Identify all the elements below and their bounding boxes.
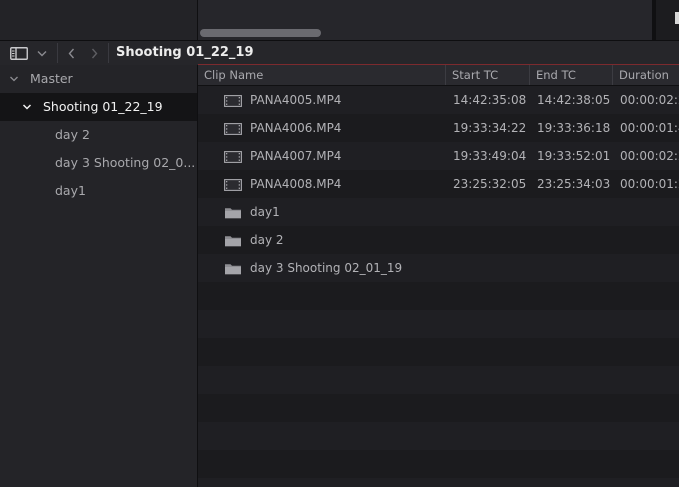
start-tc: 19:33:34:22 <box>453 121 527 135</box>
empty-row <box>198 366 679 394</box>
horizontal-scrollbar[interactable] <box>200 29 321 37</box>
sidebar-item-day1[interactable]: day1 <box>0 177 197 205</box>
end-tc: 23:25:34:03 <box>537 177 611 191</box>
sidebar-item-label: Shooting 01_22_19 <box>43 99 163 114</box>
duration: 00:00:02:2 <box>620 93 679 107</box>
duration: 00:00:01:4 <box>620 121 679 135</box>
start-tc: 19:33:49:04 <box>453 149 527 163</box>
forward-button[interactable] <box>86 44 102 62</box>
sidebar-item-label: day 3 Shooting 02_0... <box>55 155 196 170</box>
toolbar-separator <box>57 43 58 63</box>
chevron-down-icon[interactable] <box>22 102 32 112</box>
end-tc: 14:42:38:05 <box>537 93 611 107</box>
clip-name: PANA4008.MP4 <box>250 177 342 191</box>
empty-row <box>198 282 679 310</box>
table-row[interactable]: PANA4008.MP4 23:25:32:05 23:25:34:03 00:… <box>198 170 679 198</box>
empty-row <box>198 422 679 450</box>
panel-edge-mark <box>675 12 679 24</box>
column-header-clip-name[interactable]: Clip Name <box>198 65 445 85</box>
film-clip-icon <box>224 123 242 135</box>
toggle-bin-list-button[interactable] <box>8 44 30 62</box>
table-row[interactable]: day1 <box>198 198 679 226</box>
clip-name: PANA4005.MP4 <box>250 93 342 107</box>
breadcrumb: Shooting 01_22_19 <box>116 45 254 60</box>
empty-row <box>198 450 679 478</box>
clip-rows: PANA4005.MP4 14:42:35:08 14:42:38:05 00:… <box>198 86 679 487</box>
sidebar-item-day-2[interactable]: day 2 <box>0 121 197 149</box>
folder-name: day1 <box>250 205 280 219</box>
duration: 00:00:02:2 <box>620 149 679 163</box>
chevron-left-icon <box>68 48 74 58</box>
bin-list-dropdown-button[interactable] <box>34 44 50 62</box>
table-row[interactable]: PANA4005.MP4 14:42:35:08 14:42:38:05 00:… <box>198 86 679 114</box>
film-clip-icon <box>224 179 242 191</box>
table-row[interactable]: PANA4006.MP4 19:33:34:22 19:33:36:18 00:… <box>198 114 679 142</box>
chevron-right-icon <box>91 48 97 58</box>
top-left-panel <box>0 0 197 40</box>
folder-name: day 3 Shooting 02_01_19 <box>250 261 403 275</box>
media-pool-window: Shooting 01_22_19 Master Shooting 01_22_… <box>0 0 679 487</box>
media-pool-toolbar: Shooting 01_22_19 <box>0 40 679 65</box>
folder-name: day 2 <box>250 233 284 247</box>
sidebar-item-label: day 2 <box>55 127 90 142</box>
column-header-end-tc[interactable]: End TC <box>530 65 612 85</box>
folder-icon <box>225 264 241 275</box>
duration: 00:00:01:2 <box>620 177 679 191</box>
end-tc: 19:33:36:18 <box>537 121 611 135</box>
empty-row <box>198 310 679 338</box>
start-tc: 14:42:35:08 <box>453 93 527 107</box>
end-tc: 19:33:52:01 <box>537 149 611 163</box>
folder-icon <box>225 236 241 247</box>
toolbar-separator <box>108 43 109 63</box>
clip-list-view: Clip Name Start TC End TC Duration PANA4… <box>198 65 679 487</box>
top-panel <box>0 0 679 40</box>
back-button[interactable] <box>63 44 79 62</box>
chevron-down-icon[interactable] <box>9 74 19 84</box>
film-clip-icon <box>224 95 242 107</box>
table-row[interactable]: day 3 Shooting 02_01_19 <box>198 254 679 282</box>
sidebar-item-label: day1 <box>55 183 86 198</box>
chevron-down-icon <box>37 50 47 56</box>
sidebar-item-master[interactable]: Master <box>0 65 197 93</box>
empty-row <box>198 338 679 366</box>
list-header: Clip Name Start TC End TC Duration <box>198 65 679 86</box>
column-header-duration[interactable]: Duration <box>613 65 679 85</box>
clip-name: PANA4006.MP4 <box>250 121 342 135</box>
sidebar-toggle-icon <box>10 46 28 60</box>
sidebar-item-shooting-01-22-19[interactable]: Shooting 01_22_19 <box>0 93 197 121</box>
sidebar-item-day-3-shooting[interactable]: day 3 Shooting 02_0... <box>0 149 197 177</box>
empty-row <box>198 478 679 487</box>
clip-name: PANA4007.MP4 <box>250 149 342 163</box>
start-tc: 23:25:32:05 <box>453 177 527 191</box>
column-header-start-tc[interactable]: Start TC <box>446 65 529 85</box>
bin-list-sidebar: Master Shooting 01_22_19 day 2 day 3 Sho… <box>0 65 197 487</box>
table-row[interactable]: PANA4007.MP4 19:33:49:04 19:33:52:01 00:… <box>198 142 679 170</box>
empty-row <box>198 394 679 422</box>
folder-icon <box>225 208 241 219</box>
table-row[interactable]: day 2 <box>198 226 679 254</box>
film-clip-icon <box>224 151 242 163</box>
sidebar-item-label: Master <box>30 71 73 86</box>
